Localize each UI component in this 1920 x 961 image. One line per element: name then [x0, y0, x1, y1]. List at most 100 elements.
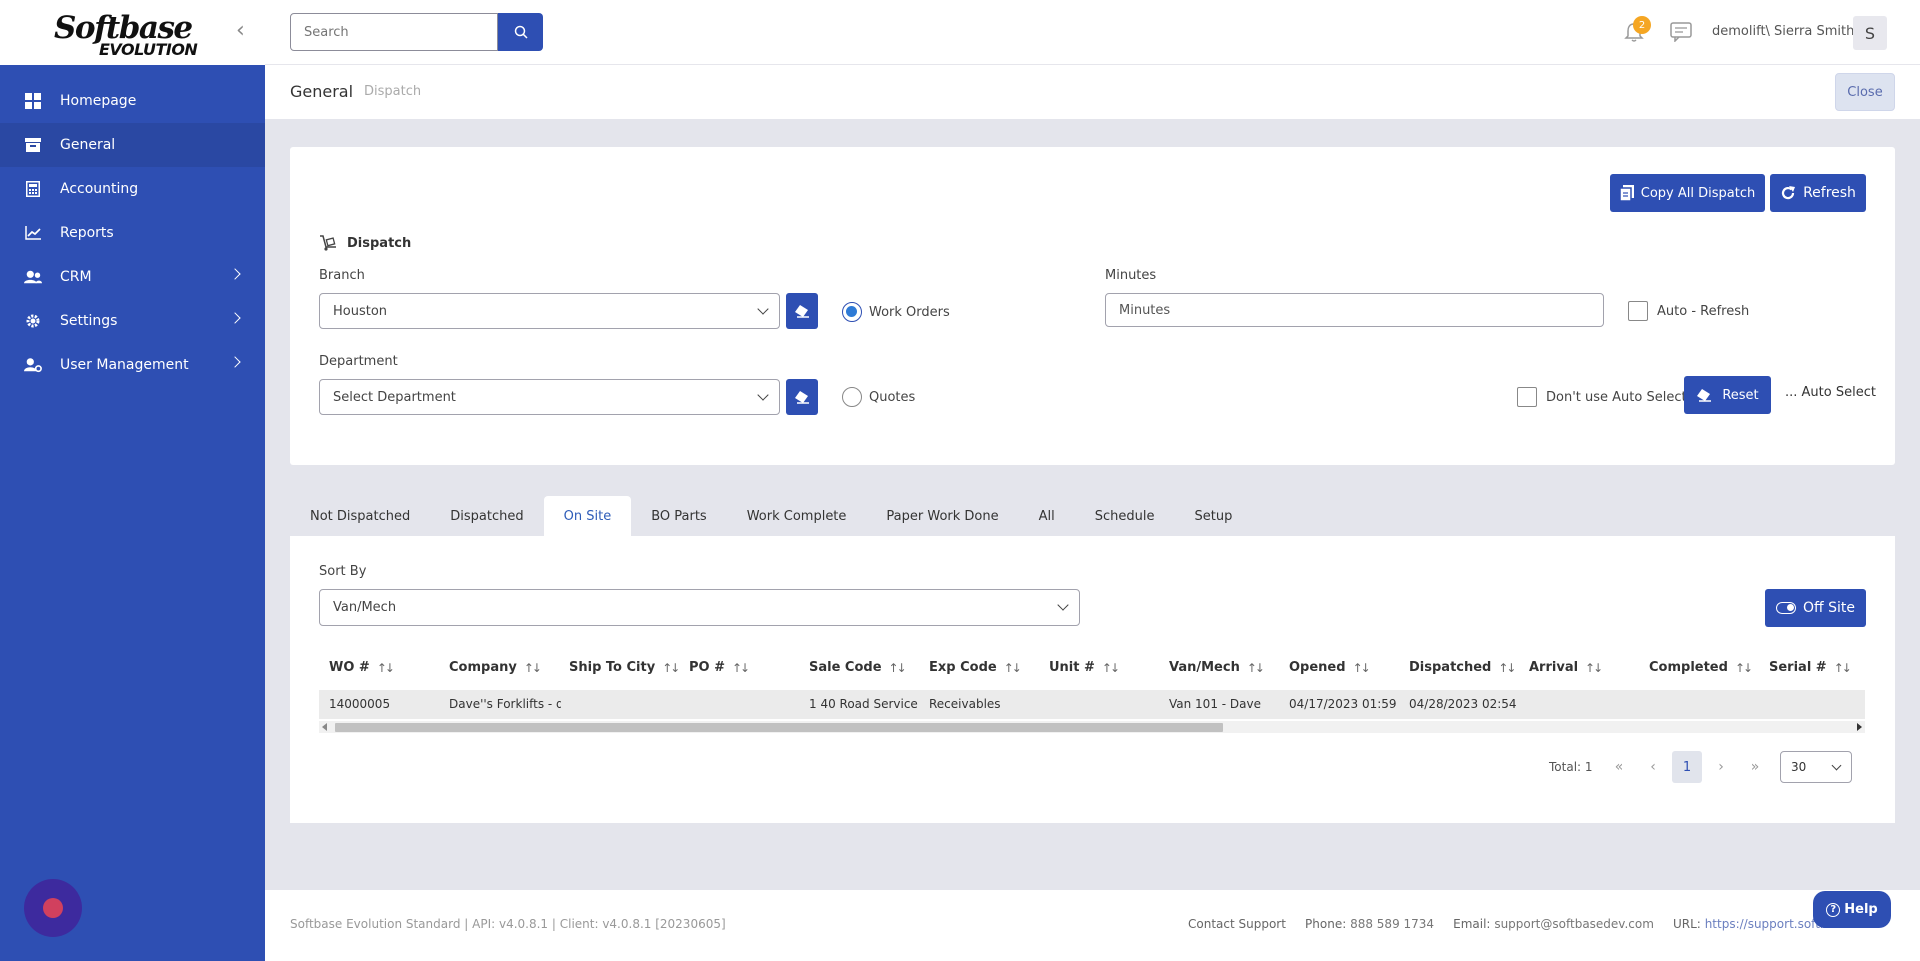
version-info: Softbase Evolution Standard | API: v4.0.… — [290, 917, 726, 931]
column-header-company[interactable]: Company ↑↓ — [449, 660, 542, 675]
column-header-po[interactable]: PO # ↑↓ — [689, 660, 750, 675]
column-header-wo[interactable]: WO # ↑↓ — [329, 660, 395, 675]
chat-launcher-button[interactable] — [24, 879, 82, 937]
department-select[interactable]: Select Department — [319, 379, 780, 415]
scroll-left-icon[interactable] — [322, 723, 327, 731]
total-count: Total: 1 — [1549, 760, 1593, 774]
cell-dispatched: 04/28/2023 02:54 I — [1409, 697, 1521, 711]
column-header-ship-to-city[interactable]: Ship To City ↑↓ — [569, 660, 680, 675]
cell-wo: 14000005 — [329, 697, 391, 711]
footer: Softbase Evolution Standard | API: v4.0.… — [265, 890, 1920, 961]
prev-page-button[interactable]: ‹ — [1638, 751, 1668, 783]
column-header-sale-code[interactable]: Sale Code ↑↓ — [809, 660, 907, 675]
reset-button[interactable]: Reset — [1684, 376, 1771, 414]
sidebar-item-reports[interactable]: Reports — [0, 211, 265, 255]
next-page-button[interactable]: › — [1706, 751, 1736, 783]
column-label: Exp Code — [929, 660, 997, 675]
horizontal-scrollbar[interactable] — [319, 721, 1865, 733]
chevron-right-icon — [229, 356, 241, 368]
tab-not-dispatched[interactable]: Not Dispatched — [290, 496, 430, 536]
sidebar-item-user-management[interactable]: User Management — [0, 343, 265, 387]
page-size-select[interactable]: 30 — [1780, 751, 1852, 783]
breadcrumb-sub: Dispatch — [364, 84, 422, 99]
reset-label: Reset — [1722, 387, 1759, 403]
notification-badge: 2 — [1633, 16, 1651, 34]
tab-paper-work-done[interactable]: Paper Work Done — [866, 496, 1018, 536]
column-label: Ship To City — [569, 660, 656, 675]
avatar[interactable]: S — [1853, 16, 1887, 50]
message-icon[interactable] — [1670, 22, 1692, 42]
sort-icon: ↑↓ — [1833, 660, 1852, 675]
scroll-right-icon[interactable] — [1857, 723, 1862, 731]
branch-select[interactable]: Houston — [319, 293, 780, 329]
column-label: WO # — [329, 660, 370, 675]
column-header-unit[interactable]: Unit # ↑↓ — [1049, 660, 1120, 675]
column-header-exp-code[interactable]: Exp Code ↑↓ — [929, 660, 1022, 675]
page-number-button[interactable]: 1 — [1672, 751, 1702, 783]
cell-company: Dave''s Forklifts - d — [449, 697, 561, 711]
sidebar-item-settings[interactable]: Settings — [0, 299, 265, 343]
calculator-icon — [24, 180, 42, 198]
quotes-radio[interactable]: Quotes — [842, 387, 915, 407]
table-row[interactable]: 14000005 Dave''s Forklifts - d 1 40 Road… — [319, 690, 1865, 719]
sort-by-select[interactable]: Van/Mech — [319, 589, 1080, 626]
help-button[interactable]: ? Help — [1813, 891, 1891, 928]
toggle-icon — [1776, 602, 1796, 614]
last-page-button[interactable]: » — [1740, 751, 1770, 783]
column-header-serial[interactable]: Serial # ↑↓ — [1769, 660, 1852, 675]
sidebar-item-label: CRM — [60, 269, 92, 285]
sidebar-item-homepage[interactable]: Homepage — [0, 79, 265, 123]
refresh-label: Refresh — [1803, 185, 1856, 201]
tab-dispatched[interactable]: Dispatched — [430, 496, 543, 536]
tab-work-complete[interactable]: Work Complete — [727, 496, 867, 536]
sidebar-item-general[interactable]: General — [0, 123, 265, 167]
collapse-sidebar-icon[interactable]: ‹ — [236, 20, 256, 42]
tab-all[interactable]: All — [1019, 496, 1075, 536]
archive-icon — [24, 136, 42, 154]
sidebar-item-crm[interactable]: CRM — [0, 255, 265, 299]
user-name[interactable]: demolift\ Sierra Smith — [1712, 24, 1854, 39]
column-header-opened[interactable]: Opened ↑↓ — [1289, 660, 1371, 675]
email-link[interactable]: support@softbasedev.com — [1494, 917, 1654, 931]
tab-schedule[interactable]: Schedule — [1075, 496, 1175, 536]
dont-use-auto-select-checkbox[interactable]: Don't use Auto Select — [1517, 387, 1687, 407]
off-site-toggle-button[interactable]: Off Site — [1765, 589, 1866, 627]
sort-icon: ↑↓ — [732, 660, 750, 675]
search-input[interactable] — [290, 13, 498, 51]
brand-logo[interactable]: Softbase EVOLUTION — [54, 10, 204, 60]
auto-select-link[interactable]: ... Auto Select — [1785, 385, 1876, 400]
user-gear-icon — [24, 356, 42, 374]
close-button[interactable]: Close — [1835, 73, 1895, 111]
sort-by-value: Van/Mech — [333, 600, 397, 615]
clear-branch-button[interactable] — [786, 293, 818, 329]
chevron-down-icon — [757, 303, 769, 315]
copy-all-dispatch-button[interactable]: Copy All Dispatch — [1610, 174, 1765, 212]
sidebar: Softbase EVOLUTION ‹ Homepage General Ac… — [0, 0, 265, 961]
clear-department-button[interactable] — [786, 379, 818, 415]
tab-setup[interactable]: Setup — [1174, 496, 1252, 536]
refresh-button[interactable]: Refresh — [1770, 174, 1866, 212]
column-header-van-mech[interactable]: Van/Mech ↑↓ — [1169, 660, 1265, 675]
auto-refresh-label: Auto - Refresh — [1657, 303, 1750, 319]
column-label: Serial # — [1769, 660, 1827, 675]
scrollbar-thumb[interactable] — [335, 723, 1223, 732]
search-icon — [514, 25, 528, 39]
tab-on-site[interactable]: On Site — [543, 496, 632, 536]
off-site-label: Off Site — [1803, 600, 1855, 616]
minutes-input[interactable]: Minutes — [1105, 293, 1604, 327]
first-page-button[interactable]: « — [1604, 751, 1634, 783]
column-header-arrival[interactable]: Arrival ↑↓ — [1529, 660, 1603, 675]
contact-support-label: Contact Support — [1188, 917, 1286, 931]
column-label: PO # — [689, 660, 725, 675]
column-label: Arrival — [1529, 660, 1579, 675]
sidebar-item-accounting[interactable]: Accounting — [0, 167, 265, 211]
work-orders-radio[interactable]: Work Orders — [842, 302, 950, 322]
logo-area: Softbase EVOLUTION ‹ — [0, 0, 265, 65]
column-header-dispatched[interactable]: Dispatched ↑↓ — [1409, 660, 1516, 675]
column-header-completed[interactable]: Completed ↑↓ — [1649, 660, 1753, 675]
search-button[interactable] — [498, 13, 543, 51]
tab-bo-parts[interactable]: BO Parts — [631, 496, 727, 536]
auto-refresh-checkbox[interactable]: Auto - Refresh — [1628, 301, 1749, 321]
refresh-icon — [1782, 186, 1796, 200]
help-label: Help — [1844, 902, 1878, 917]
